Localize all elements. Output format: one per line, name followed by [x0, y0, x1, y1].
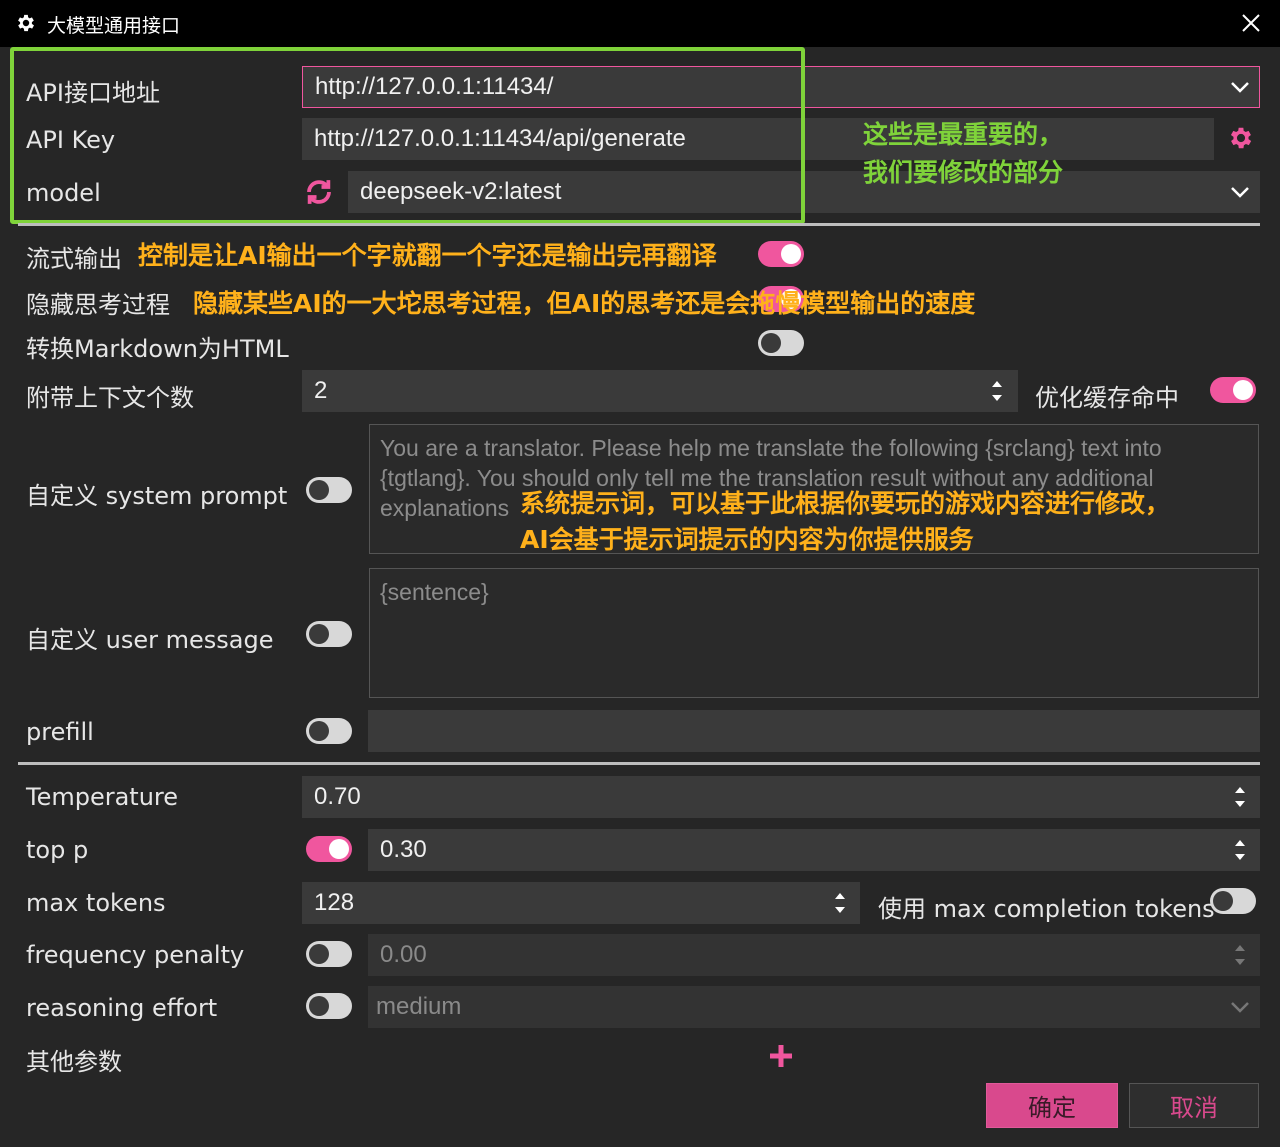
gear-icon: [18, 14, 34, 32]
max-completion-toggle[interactable]: [1210, 888, 1256, 914]
context-count-label: 附带上下文个数: [26, 384, 194, 412]
max-completion-label: 使用 max completion tokens: [878, 895, 1215, 923]
chevron-down-icon[interactable]: [1230, 186, 1250, 198]
reasoning-effort-select[interactable]: medium: [368, 986, 1260, 1028]
reasoning-effort-value: medium: [376, 993, 462, 1020]
spinner-arrows-icon[interactable]: [1233, 941, 1247, 969]
prefill-toggle[interactable]: [306, 718, 352, 744]
user-message-toggle[interactable]: [306, 621, 352, 647]
title-bar: 大模型通用接口: [0, 0, 1280, 47]
hide-thinking-label: 隐藏思考过程: [26, 291, 170, 319]
cache-hit-label: 优化缓存命中: [1035, 384, 1179, 412]
ok-button[interactable]: 确定: [986, 1083, 1118, 1128]
important-annotation-line2: 我们要修改的部分: [863, 158, 1064, 187]
temperature-spinbox[interactable]: 0.70: [302, 776, 1260, 818]
cache-hit-toggle[interactable]: [1210, 377, 1256, 403]
settings-gear-icon[interactable]: [1227, 124, 1255, 152]
prompt-annotation-line2: AI会基于提示词提示的内容为你提供服务: [520, 525, 974, 554]
max-tokens-value: 128: [314, 889, 355, 916]
top-p-value: 0.30: [380, 836, 427, 863]
divider: [18, 762, 1260, 765]
top-p-label: top p: [26, 836, 89, 864]
thinking-annotation: 隐藏某些AI的一大坨思考过程，但AI的思考还是会拖慢模型输出的速度: [193, 289, 976, 318]
user-message-label: 自定义 user message: [26, 626, 274, 654]
system-prompt-toggle[interactable]: [306, 477, 352, 503]
reasoning-effort-label: reasoning effort: [26, 994, 218, 1022]
prompt-annotation-line1: 系统提示词，可以基于此根据你要玩的游戏内容进行修改，: [520, 489, 1171, 518]
max-tokens-spinbox[interactable]: 128: [302, 882, 860, 924]
frequency-penalty-spinbox[interactable]: 0.00: [368, 934, 1260, 976]
prefill-label: prefill: [26, 718, 94, 746]
top-p-spinbox[interactable]: 0.30: [368, 829, 1260, 871]
important-annotation: 这些是最重要的， 我们要修改的部分: [863, 116, 1063, 192]
user-message-placeholder: {sentence}: [380, 579, 489, 605]
divider: [18, 223, 1260, 226]
spinner-arrows-icon[interactable]: [990, 377, 1004, 405]
cancel-button[interactable]: 取消: [1129, 1083, 1259, 1128]
stream-label: 流式输出: [26, 245, 122, 273]
spinner-arrows-icon[interactable]: [833, 889, 847, 917]
plus-icon[interactable]: [768, 1043, 794, 1069]
frequency-penalty-toggle[interactable]: [306, 941, 352, 967]
markdown-label: 转换Markdown为HTML: [26, 335, 289, 363]
chevron-down-icon[interactable]: [1230, 1001, 1250, 1013]
other-params-label: 其他参数: [26, 1048, 122, 1076]
context-count-spinbox[interactable]: 2: [302, 370, 1018, 412]
frequency-penalty-value: 0.00: [380, 941, 427, 968]
max-tokens-label: max tokens: [26, 889, 166, 917]
markdown-toggle[interactable]: [758, 330, 804, 356]
frequency-penalty-label: frequency penalty: [26, 941, 245, 969]
system-prompt-label: 自定义 system prompt: [26, 482, 288, 510]
stream-toggle[interactable]: [758, 241, 804, 267]
window-title: 大模型通用接口: [47, 15, 181, 37]
context-count-value: 2: [314, 377, 328, 404]
highlight-box: [10, 47, 805, 224]
prefill-input[interactable]: [368, 710, 1260, 752]
temperature-value: 0.70: [314, 783, 361, 810]
reasoning-effort-toggle[interactable]: [306, 993, 352, 1019]
prompt-annotation: 系统提示词，可以基于此根据你要玩的游戏内容进行修改， AI会基于提示词提示的内容…: [520, 486, 1170, 558]
chevron-down-icon[interactable]: [1230, 81, 1250, 93]
stream-annotation: 控制是让AI输出一个字就翻一个字还是输出完再翻译: [138, 241, 717, 270]
top-p-toggle[interactable]: [306, 836, 352, 862]
spinner-arrows-icon[interactable]: [1233, 783, 1247, 811]
close-icon[interactable]: [1240, 12, 1262, 34]
spinner-arrows-icon[interactable]: [1233, 836, 1247, 864]
user-message-textarea[interactable]: {sentence}: [369, 568, 1259, 698]
important-annotation-line1: 这些是最重要的，: [863, 120, 1064, 149]
temperature-label: Temperature: [26, 783, 179, 811]
